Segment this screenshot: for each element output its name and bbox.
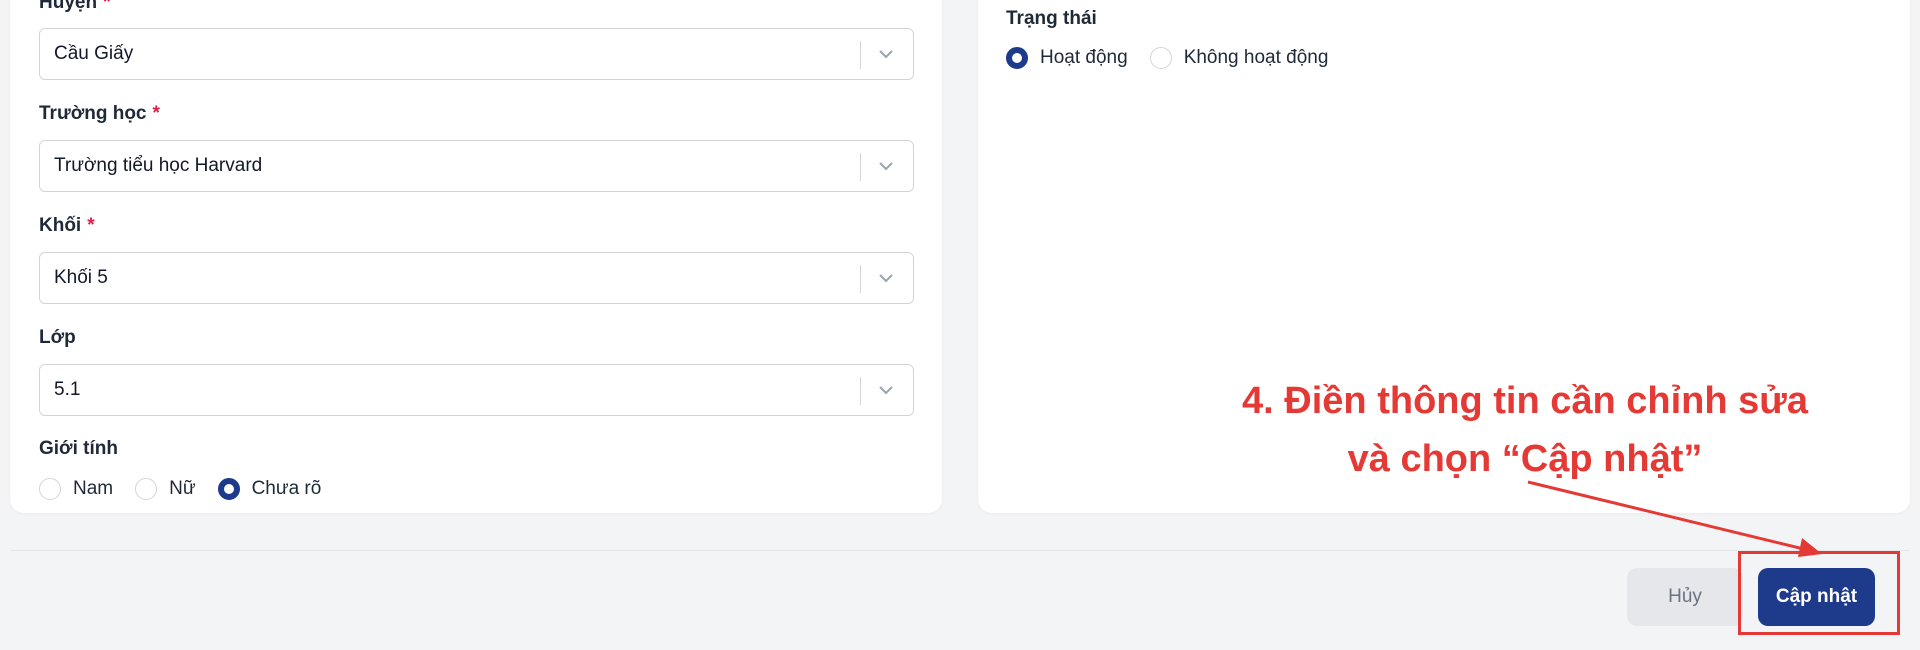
school-value: Trường tiểu học Harvard xyxy=(54,155,263,176)
grade-label: Khối * xyxy=(39,215,95,236)
radio-unchecked-icon[interactable] xyxy=(39,478,61,500)
district-select[interactable]: Cầu Giấy xyxy=(39,28,914,80)
chevron-down-icon[interactable] xyxy=(875,267,897,289)
update-button-highlight xyxy=(1738,551,1900,635)
class-value: 5.1 xyxy=(54,379,81,400)
gender-option-unknown[interactable]: Chưa rõ xyxy=(217,478,321,500)
school-label: Trường học * xyxy=(39,103,160,124)
status-label: Trạng thái xyxy=(1006,8,1097,29)
gender-option-male[interactable]: Nam xyxy=(39,478,113,500)
status-radio-group: Hoạt động Không hoạt động xyxy=(1006,47,1350,69)
radio-unchecked-icon[interactable] xyxy=(135,478,158,500)
chevron-down-icon[interactable] xyxy=(875,379,897,401)
grade-select[interactable]: Khối 5 xyxy=(39,252,914,304)
status-option-active[interactable]: Hoạt động xyxy=(1006,47,1128,69)
gender-option-female[interactable]: Nữ xyxy=(135,478,196,500)
class-select[interactable]: 5.1 xyxy=(39,364,914,416)
school-select[interactable]: Trường tiểu học Harvard xyxy=(39,140,914,192)
chevron-down-icon[interactable] xyxy=(875,43,897,65)
status-option-inactive[interactable]: Không hoạt động xyxy=(1149,47,1328,69)
select-separator xyxy=(860,153,861,181)
footer-divider xyxy=(10,550,1910,551)
radio-checked-icon[interactable] xyxy=(217,478,240,500)
grade-value: Khối 5 xyxy=(54,267,108,288)
radio-checked-icon[interactable] xyxy=(1006,47,1028,69)
select-separator xyxy=(860,377,861,405)
radio-unchecked-icon[interactable] xyxy=(1149,47,1172,69)
chevron-down-icon[interactable] xyxy=(875,155,897,177)
select-separator xyxy=(860,41,861,69)
instruction-annotation: 4. Điền thông tin cần chỉnh sửa và chọn … xyxy=(1242,380,1808,480)
district-value: Cầu Giấy xyxy=(54,43,134,64)
gender-radio-group: Nam Nữ Chưa rõ xyxy=(39,478,343,500)
district-label: Huyện * xyxy=(39,0,111,13)
cancel-button[interactable]: Hủy xyxy=(1627,568,1743,626)
gender-label: Giới tính xyxy=(39,438,118,459)
select-separator xyxy=(860,265,861,293)
class-label: Lớp xyxy=(39,327,76,348)
